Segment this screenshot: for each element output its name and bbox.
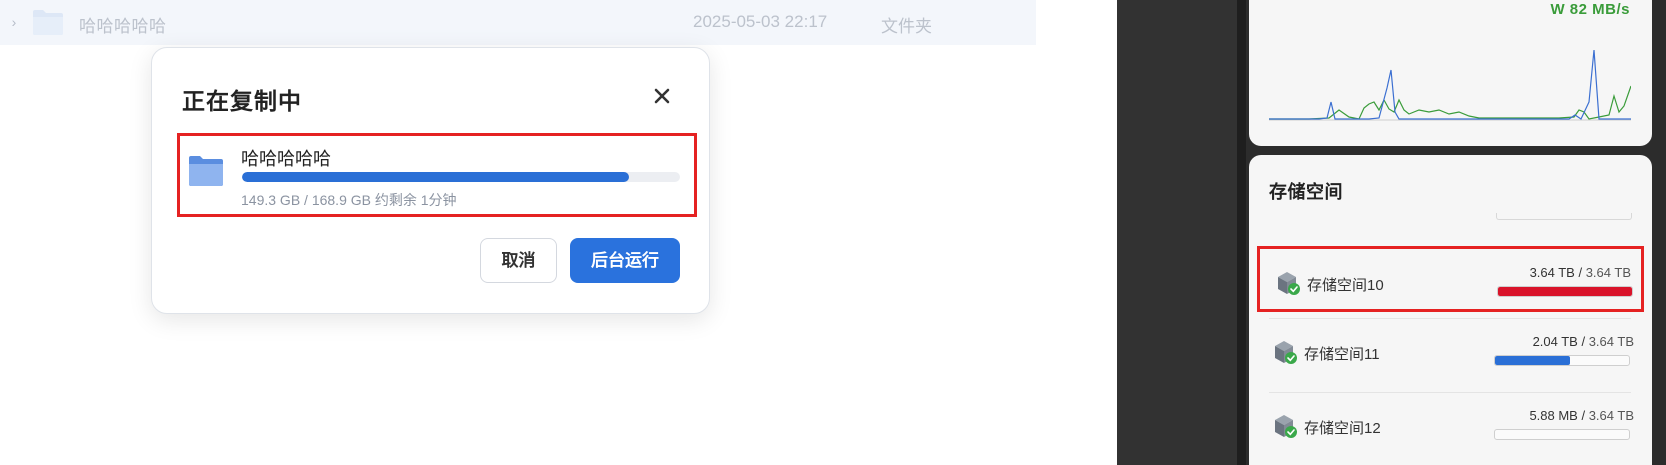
dialog-title: 正在复制中 (182, 88, 302, 114)
close-icon[interactable] (648, 82, 676, 110)
file-row[interactable]: › 哈哈哈哈哈 2025-05-03 22:17 文件夹 (0, 0, 1036, 45)
volume-usage-bar (1494, 429, 1630, 440)
volume-name: 存储空间12 (1304, 420, 1381, 437)
storage-volume-icon (1278, 272, 1300, 295)
run-in-background-button[interactable]: 后台运行 (570, 238, 680, 283)
network-traffic-chart (1269, 49, 1631, 121)
copy-progress-fill (242, 172, 630, 182)
storage-title: 存储空间 (1269, 182, 1343, 202)
volume-usage-fill (1498, 287, 1632, 296)
volume-usage-text: 5.88 MB / 3.64 TB (1529, 408, 1634, 423)
volume-usage-fill (1495, 356, 1571, 365)
copy-progress-bar (242, 172, 680, 182)
volume-usage-text: 2.04 TB / 3.64 TB (1532, 334, 1634, 349)
folder-icon (189, 156, 223, 186)
volume-usage-bar (1497, 286, 1633, 297)
file-type: 文件夹 (881, 17, 932, 36)
network-widget: W 82 MB/s (1249, 0, 1652, 146)
network-series-green (1269, 85, 1631, 120)
network-speed: W 82 MB/s (1550, 1, 1630, 18)
storage-usage-bar-partial (1496, 213, 1632, 220)
storage-volume-icon (1275, 415, 1297, 438)
volume-name: 存储空间10 (1307, 277, 1384, 294)
volume-name: 存储空间11 (1304, 346, 1380, 363)
storage-widget: 存储空间 存储空间10 3.64 TB / 3.64 TB 存储空间11 2.0… (1249, 155, 1652, 465)
file-name[interactable]: 哈哈哈哈哈 (79, 12, 167, 37)
file-modified-date: 2025-05-03 22:17 (693, 12, 828, 31)
network-series-blue (1269, 49, 1631, 120)
volume-usage-text: 3.64 TB / 3.64 TB (1529, 265, 1631, 280)
task-name: 哈哈哈哈哈 (241, 149, 331, 169)
copy-task-item: 哈哈哈哈哈 149.3 GB / 168.9 GB 约剩余 1分钟 (177, 133, 697, 217)
chevron-right-icon[interactable]: › (6, 13, 22, 31)
cancel-button[interactable]: 取消 (480, 238, 557, 283)
storage-volume-item[interactable]: 存储空间10 3.64 TB / 3.64 TB (1257, 246, 1644, 312)
volume-usage-bar (1494, 355, 1630, 366)
storage-volume-item[interactable]: 存储空间12 5.88 MB / 3.64 TB (1257, 392, 1644, 458)
copy-progress-dialog: 正在复制中 哈哈哈哈哈 149.3 GB / 168.9 GB 约剩余 1分钟 … (151, 47, 710, 314)
storage-volume-item[interactable]: 存储空间11 2.04 TB / 3.64 TB (1257, 318, 1644, 384)
task-progress-info: 149.3 GB / 168.9 GB 约剩余 1分钟 (241, 192, 457, 208)
folder-icon (33, 10, 63, 35)
storage-volume-icon (1275, 341, 1297, 364)
